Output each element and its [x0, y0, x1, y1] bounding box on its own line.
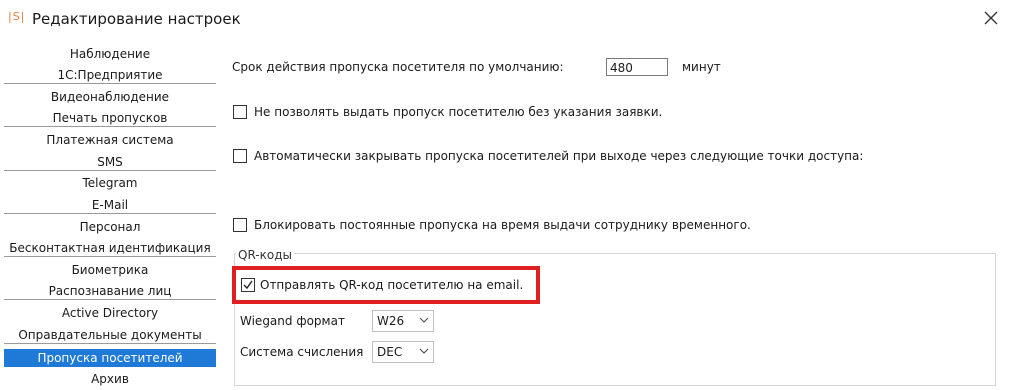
block-permanent-passes-checkbox[interactable] [233, 218, 247, 232]
auto-close-passes-label: Автоматически закрывать пропуска посетит… [254, 149, 864, 163]
wiegand-format-value: W26 [377, 314, 405, 328]
sidebar-item-print-passes[interactable]: Печать пропусков [4, 110, 216, 127]
sidebar-item-payment[interactable]: Платежная система [4, 132, 216, 148]
chevron-down-icon [419, 348, 429, 354]
number-system-value: DEC [377, 345, 403, 359]
close-icon[interactable] [981, 8, 1001, 28]
number-system-select[interactable]: DEC [372, 341, 434, 363]
chevron-down-icon [419, 317, 429, 323]
sidebar-item-1c[interactable]: 1С:Предприятие [4, 67, 216, 84]
sidebar-item-justification-docs[interactable]: Оправдательные документы [4, 327, 216, 344]
pass-duration-input[interactable]: 480 [606, 58, 668, 76]
pass-duration-label: Срок действия пропуска посетителя по умо… [232, 60, 564, 74]
sidebar-item-visitor-passes[interactable]: Пропуска посетителей [4, 349, 216, 367]
send-qr-email-checkbox[interactable] [241, 278, 255, 292]
sidebar-item-monitoring[interactable]: Наблюдение [4, 46, 216, 62]
require-request-checkbox[interactable] [233, 105, 247, 119]
sidebar-item-archive[interactable]: Архив [4, 371, 216, 387]
title-bar: |S| Редактирование настроек [0, 0, 1013, 40]
sidebar-item-email[interactable]: E-Mail [4, 197, 216, 214]
require-request-label: Не позволять выдать пропуск посетителю б… [254, 105, 663, 119]
qr-codes-group-title: QR-коды [236, 248, 294, 262]
block-permanent-passes-label: Блокировать постоянные пропуска на время… [254, 218, 751, 232]
auto-close-passes-checkbox[interactable] [233, 149, 247, 163]
pass-duration-unit: минут [682, 60, 721, 74]
wiegand-format-label: Wiegand формат [240, 314, 345, 328]
wiegand-format-select[interactable]: W26 [372, 310, 434, 332]
sidebar-item-video[interactable]: Видеонаблюдение [4, 89, 216, 105]
window-title: Редактирование настроек [32, 10, 241, 28]
settings-content: Срок действия пропуска посетителя по умо… [230, 46, 1000, 390]
sidebar-item-biometrics[interactable]: Биометрика [4, 262, 216, 278]
app-logo-icon: |S| [8, 10, 26, 23]
sidebar-item-sms[interactable]: SMS [4, 154, 216, 171]
number-system-label: Система счисления [240, 345, 364, 359]
send-qr-email-label: Отправлять QR-код посетителю на email. [260, 278, 524, 292]
sidebar-item-active-directory[interactable]: Active Directory [4, 305, 216, 321]
sidebar-item-personnel[interactable]: Персонал [4, 219, 216, 235]
sidebar-item-contactless-id[interactable]: Бесконтактная идентификация [4, 240, 216, 257]
checkmark-icon [243, 280, 253, 290]
sidebar-item-face-recognition[interactable]: Распознавание лиц [4, 283, 216, 300]
sidebar-item-telegram[interactable]: Telegram [4, 175, 216, 191]
